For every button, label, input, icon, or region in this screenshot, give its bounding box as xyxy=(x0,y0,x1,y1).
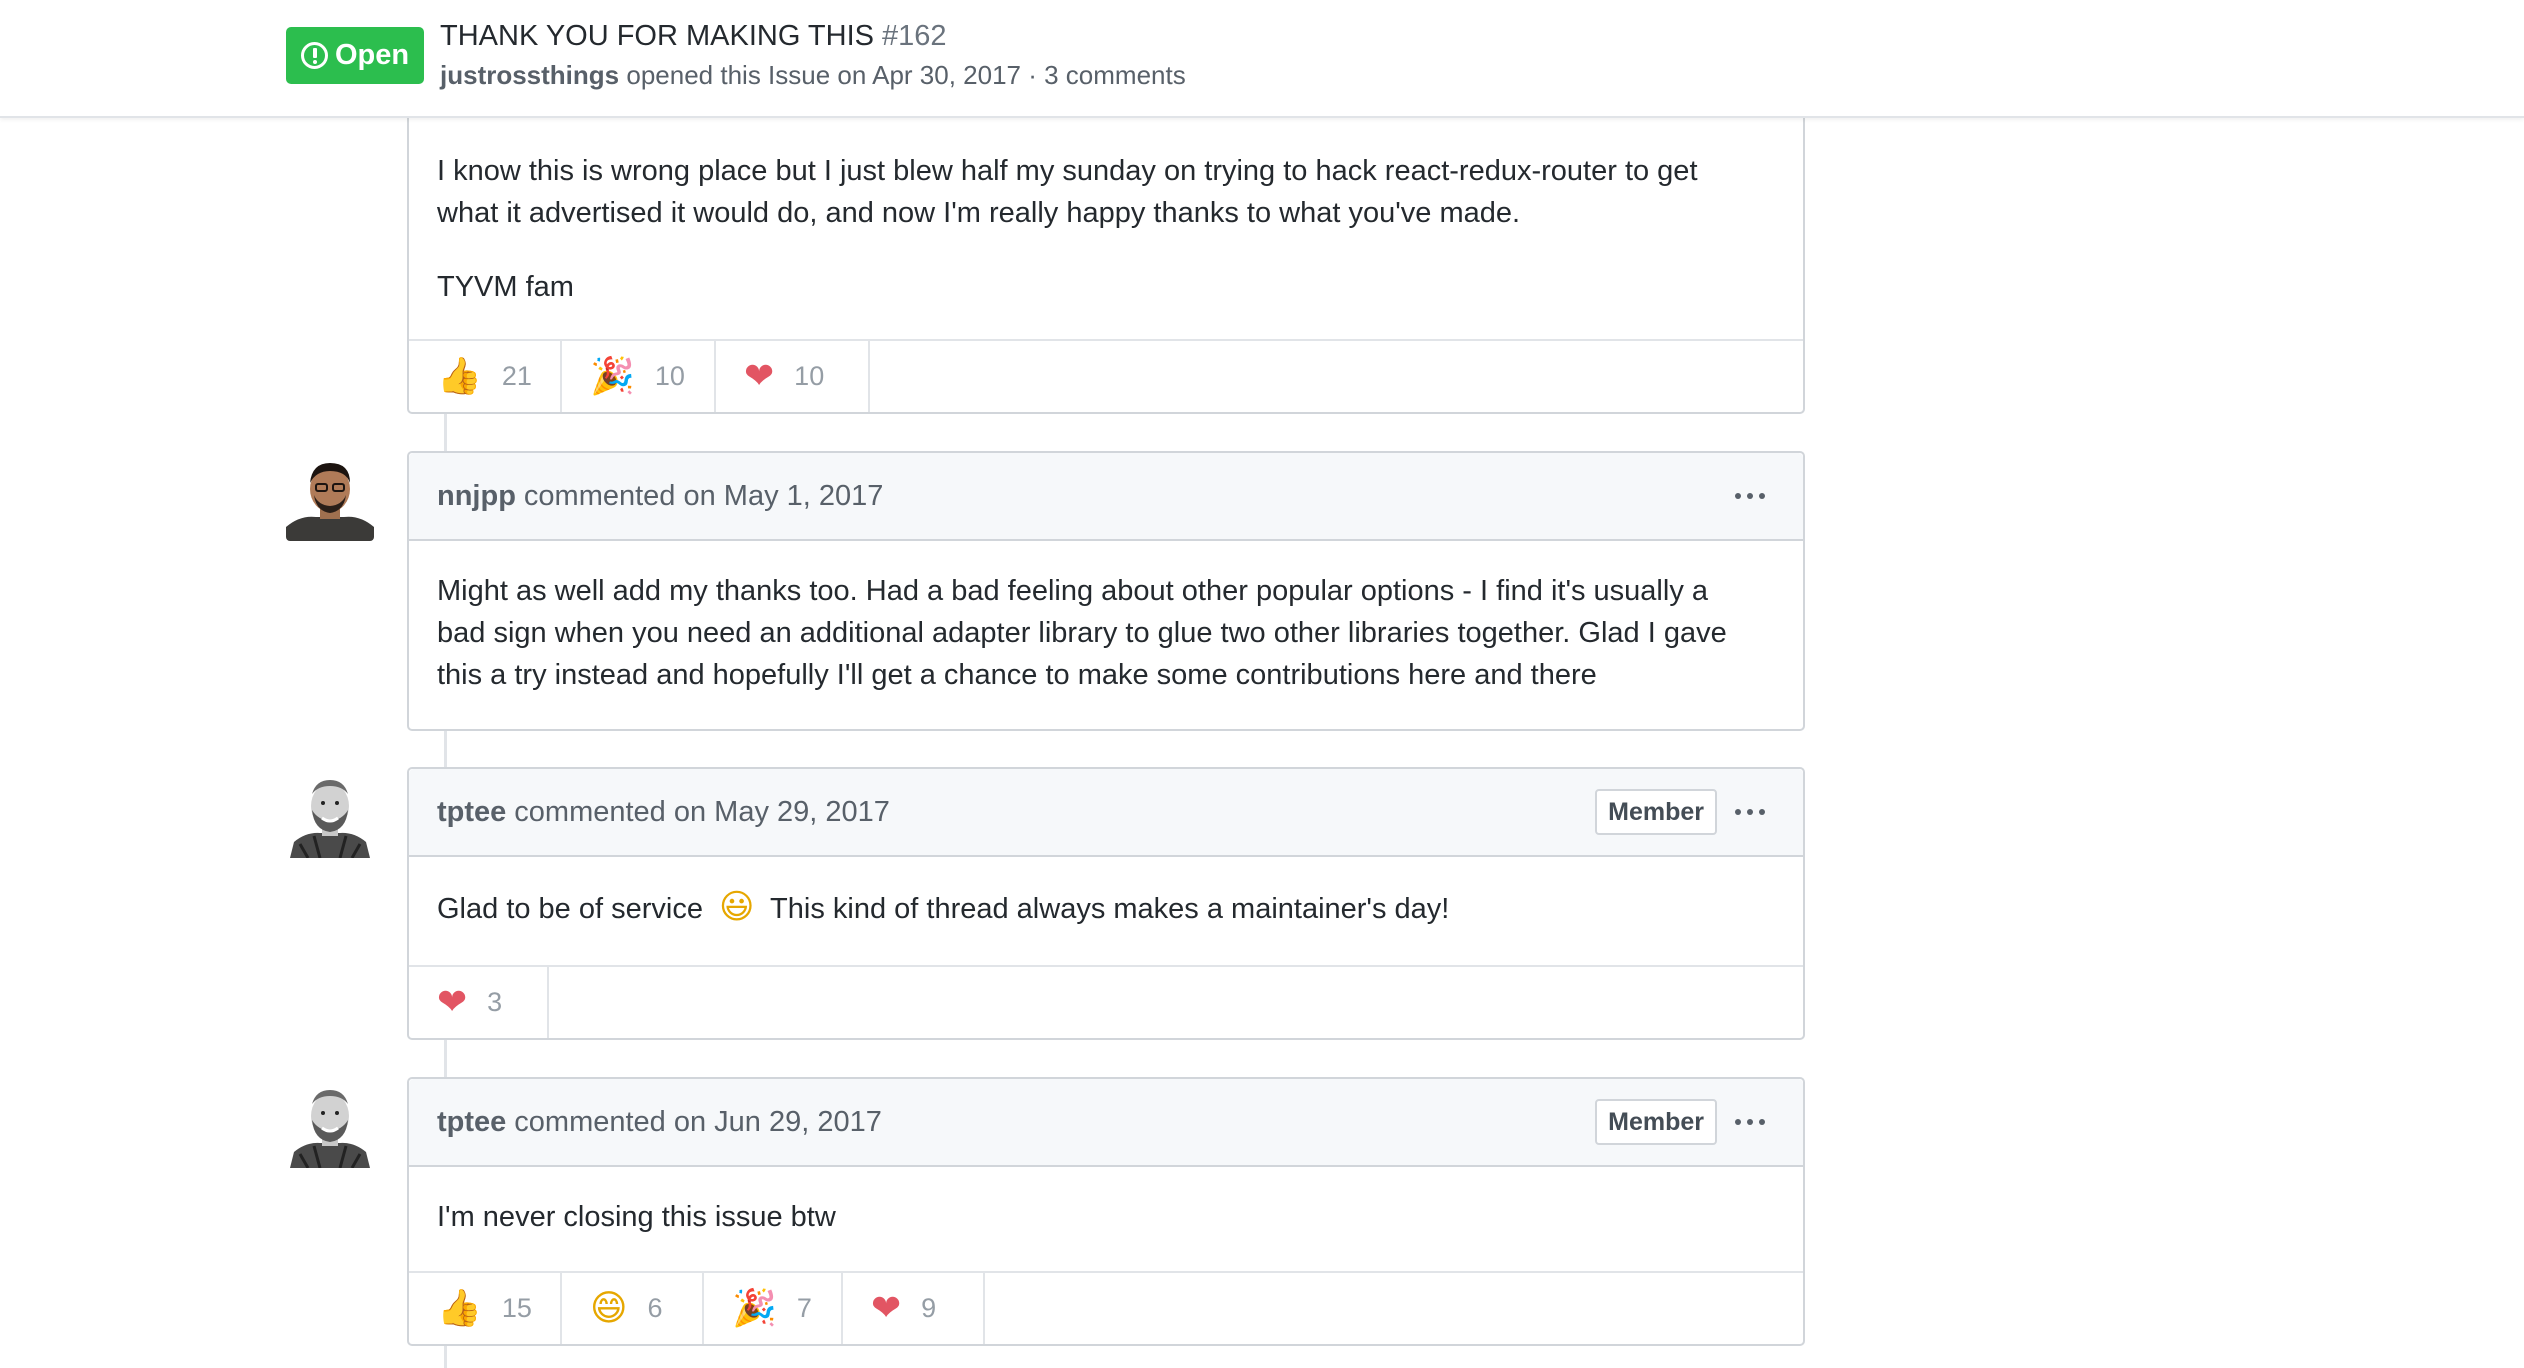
reaction-count: 9 xyxy=(921,1293,937,1323)
comment-timestamp[interactable]: commented on May 1, 2017 xyxy=(524,480,883,513)
issue-title: THANK YOU FOR MAKING THIS #162 xyxy=(440,20,947,53)
thumbs-up-icon: 👍 xyxy=(437,1287,482,1329)
more-options-icon[interactable] xyxy=(1735,492,1765,500)
comment-author-link[interactable]: tptee xyxy=(437,1106,506,1139)
issue-state-badge: Open xyxy=(286,27,424,84)
thumbs-up-icon: 👍 xyxy=(437,355,482,397)
comment-body: Glad to be of service 😃 This kind of thr… xyxy=(409,857,1803,964)
reaction-thumbs-up-button[interactable]: 👍 15 xyxy=(409,1273,562,1344)
comment-author-link[interactable]: nnjpp xyxy=(437,480,516,513)
tada-icon: 🎉 xyxy=(590,355,635,397)
comment-line: I know this is wrong place but I just bl… xyxy=(437,155,1698,187)
issue-number: #162 xyxy=(882,20,947,52)
reaction-tada-button[interactable]: 🎉 7 xyxy=(704,1273,843,1344)
comment-nnjpp: nnjpp commented on May 1, 2017 Might as … xyxy=(407,451,1805,731)
reactions-bar: 👍 15 😄 6 🎉 7 ❤ 9 xyxy=(409,1271,1803,1344)
timeline-connector xyxy=(444,413,447,451)
heart-icon: ❤ xyxy=(744,355,775,397)
avatar-photo xyxy=(286,1080,374,1168)
heart-icon: ❤ xyxy=(437,981,468,1023)
reaction-heart-button[interactable]: ❤ 10 xyxy=(716,341,870,412)
comment-header: tptee commented on Jun 29, 2017 Member xyxy=(409,1079,1803,1167)
reactions-bar: 👍 21 🎉 10 ❤ 10 xyxy=(409,339,1803,412)
comment-tptee-1: tptee commented on May 29, 2017 Member G… xyxy=(407,767,1805,1040)
issue-meta: justrossthings opened this Issue on Apr … xyxy=(440,60,1186,91)
issue-state-label: Open xyxy=(334,39,410,71)
reaction-thumbs-up-button[interactable]: 👍 21 xyxy=(409,341,562,412)
reaction-count: 7 xyxy=(796,1293,812,1323)
comment-timestamp[interactable]: commented on Jun 29, 2017 xyxy=(514,1106,882,1139)
comment-line: this a try instead and hopefully I'll ge… xyxy=(437,659,1597,691)
more-options-icon[interactable] xyxy=(1735,808,1765,816)
timeline-connector xyxy=(444,729,447,767)
reaction-count: 6 xyxy=(647,1293,663,1323)
comment-line: what it advertised it would do, and now … xyxy=(437,197,1521,229)
comment-body: I'm never closing this issue btw xyxy=(409,1167,1803,1238)
reaction-count: 10 xyxy=(794,361,825,391)
timeline-connector xyxy=(444,1039,447,1077)
heart-icon: ❤ xyxy=(871,1287,902,1329)
reaction-count: 3 xyxy=(487,987,503,1017)
reactions-bar: ❤ 3 xyxy=(409,965,1803,1038)
timeline-connector xyxy=(444,1345,447,1368)
sticky-issue-header: Open THANK YOU FOR MAKING THIS #162 just… xyxy=(0,0,2524,118)
reaction-tada-button[interactable]: 🎉 10 xyxy=(562,341,716,412)
reaction-smile-button[interactable]: 😄 6 xyxy=(562,1273,704,1344)
avatar-photo xyxy=(286,453,374,541)
comment-author-link[interactable]: tptee xyxy=(437,796,506,829)
comment-line: Might as well add my thanks too. Had a b… xyxy=(437,575,1709,607)
comment-header: tptee commented on May 29, 2017 Member xyxy=(409,769,1803,857)
tada-icon: 🎉 xyxy=(732,1287,777,1329)
issue-meta-text: opened this Issue on Apr 30, 2017 · 3 co… xyxy=(626,60,1186,90)
reaction-count: 10 xyxy=(654,361,685,391)
avatar-photo xyxy=(286,770,374,858)
reaction-heart-button[interactable]: ❤ 3 xyxy=(409,967,549,1038)
avatar-nnjpp[interactable] xyxy=(286,453,374,541)
avatar-tptee[interactable] xyxy=(286,770,374,858)
comment-text: This kind of thread always makes a maint… xyxy=(770,893,1450,925)
issue-title-text: THANK YOU FOR MAKING THIS xyxy=(440,20,874,52)
comment-line: bad sign when you need an additional ada… xyxy=(437,617,1727,649)
comment-line: I'm never closing this issue btw xyxy=(437,1201,836,1233)
reaction-heart-button[interactable]: ❤ 9 xyxy=(843,1273,985,1344)
avatar-tptee[interactable] xyxy=(286,1080,374,1168)
comment-tptee-2: tptee commented on Jun 29, 2017 Member I… xyxy=(407,1077,1805,1346)
comment-header: nnjpp commented on May 1, 2017 xyxy=(409,453,1803,541)
comment-text: Glad to be of service xyxy=(437,893,703,925)
smiley-icon: 😃 xyxy=(719,887,755,927)
issue-opened-icon xyxy=(300,42,328,69)
smile-icon: 😄 xyxy=(590,1287,628,1329)
member-badge: Member xyxy=(1595,1099,1717,1145)
comment-line: TYVM fam xyxy=(437,271,574,303)
comment-body: Might as well add my thanks too. Had a b… xyxy=(409,541,1803,696)
comment-line: Glad to be of service 😃 This kind of thr… xyxy=(437,886,1775,930)
member-badge: Member xyxy=(1595,789,1717,835)
more-options-icon[interactable] xyxy=(1735,1118,1765,1126)
reaction-count: 21 xyxy=(501,361,532,391)
issue-author-link[interactable]: justrossthings xyxy=(440,60,619,90)
reaction-count: 15 xyxy=(501,1293,532,1323)
comment-timestamp[interactable]: commented on May 29, 2017 xyxy=(514,796,890,829)
